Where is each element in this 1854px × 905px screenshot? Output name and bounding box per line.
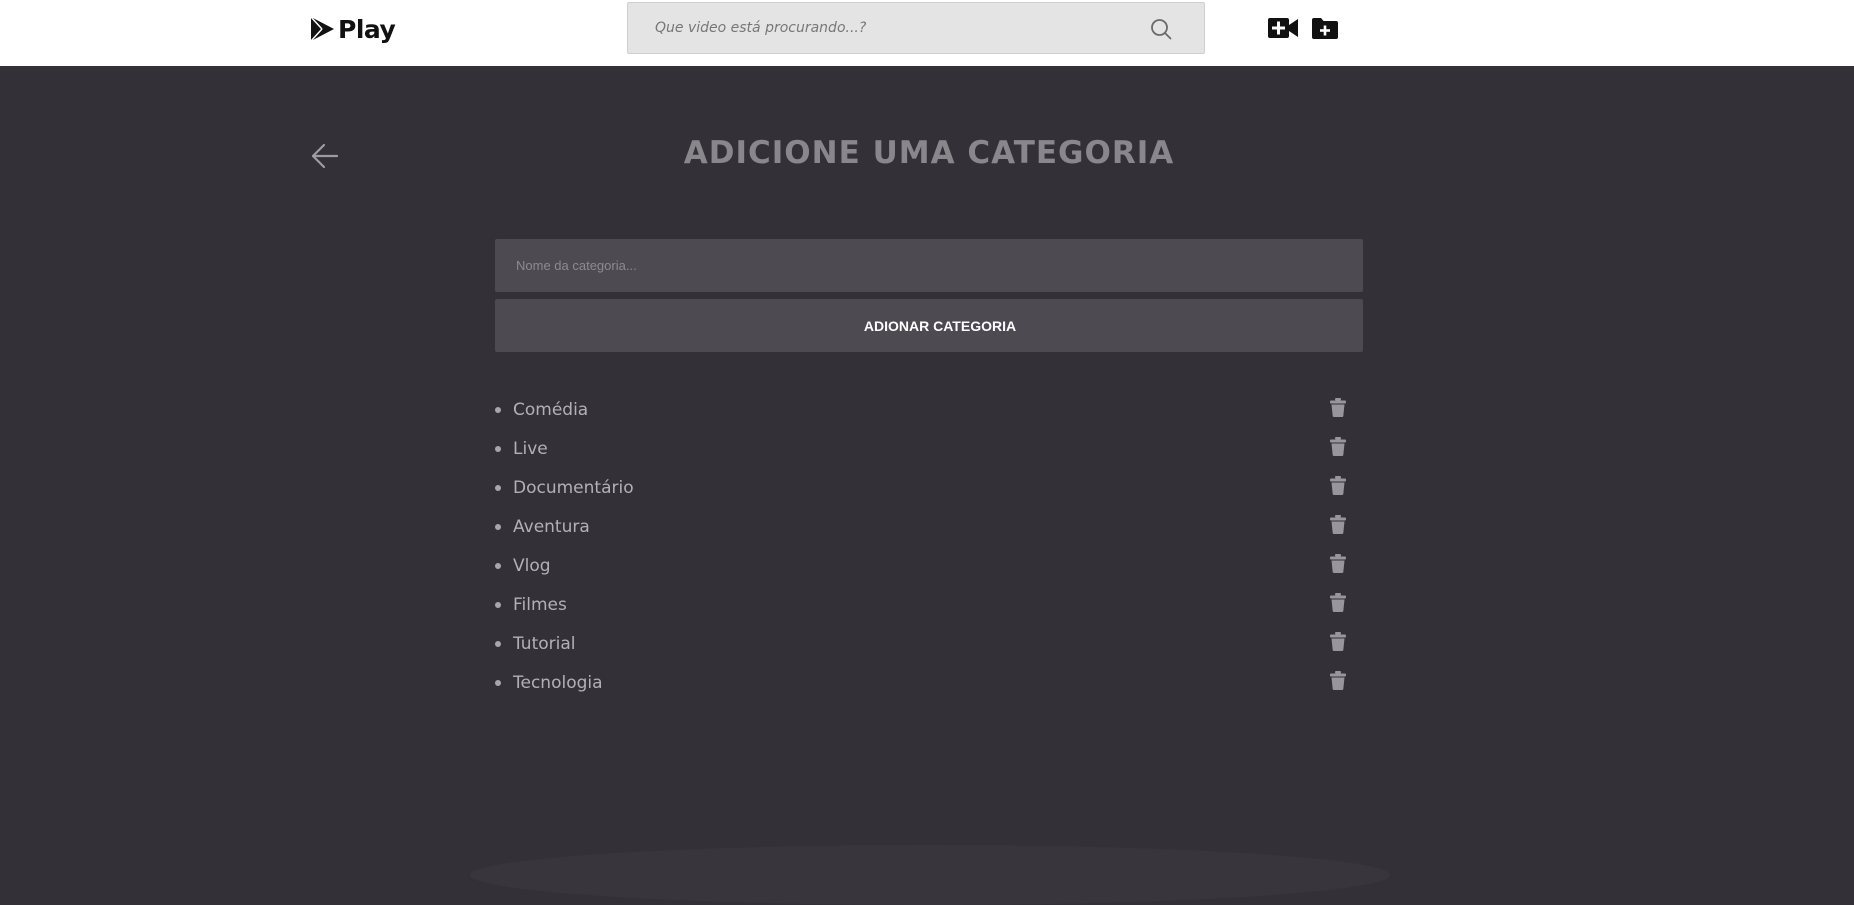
category-label: Documentário — [513, 477, 634, 498]
search-box — [627, 2, 1205, 54]
bullet — [495, 562, 501, 569]
trash-icon[interactable] — [1330, 476, 1346, 495]
category-item: Documentário — [495, 468, 1363, 507]
category-item: Filmes — [495, 585, 1363, 624]
category-label: Live — [513, 438, 548, 459]
category-label: Filmes — [513, 594, 567, 615]
category-item: Tutorial — [495, 624, 1363, 663]
logo[interactable]: Play — [308, 13, 396, 45]
category-item: Vlog — [495, 546, 1363, 585]
category-item: Comédia — [495, 390, 1363, 429]
trash-icon[interactable] — [1330, 398, 1346, 417]
bullet — [495, 679, 501, 686]
footer-shape — [470, 845, 1390, 905]
trash-icon[interactable] — [1330, 593, 1346, 612]
category-label: Comédia — [513, 399, 589, 420]
category-label: Tutorial — [513, 633, 576, 654]
add-folder-icon[interactable] — [1312, 18, 1338, 39]
bullet — [495, 484, 501, 491]
category-label: Aventura — [513, 516, 590, 537]
trash-icon[interactable] — [1330, 515, 1346, 534]
bullet — [495, 445, 501, 452]
trash-icon[interactable] — [1330, 437, 1346, 456]
search-input[interactable] — [628, 3, 1204, 53]
add-video-icon[interactable] — [1268, 17, 1298, 39]
play-logo-icon — [310, 16, 334, 42]
category-item: Aventura — [495, 507, 1363, 546]
category-label: Vlog — [513, 555, 551, 576]
page-title: ADICIONE UMA CATEGORIA — [683, 135, 1175, 171]
category-name-input[interactable] — [495, 239, 1363, 292]
trash-icon[interactable] — [1330, 554, 1346, 573]
search-icon[interactable] — [1150, 18, 1172, 40]
logo-text: Play — [338, 14, 396, 44]
bullet — [495, 640, 501, 647]
bullet — [495, 406, 501, 413]
bullet — [495, 523, 501, 530]
category-label: Tecnologia — [513, 672, 603, 693]
trash-icon[interactable] — [1330, 671, 1346, 690]
category-list: Comédia Live Documentário Aventura Vlog … — [495, 390, 1363, 702]
top-navbar: Play — [0, 0, 1854, 66]
add-category-button[interactable]: ADIONAR CATEGORIA — [495, 299, 1363, 352]
category-item: Tecnologia — [495, 663, 1363, 702]
category-item: Live — [495, 429, 1363, 468]
bullet — [495, 601, 501, 608]
trash-icon[interactable] — [1330, 632, 1346, 651]
